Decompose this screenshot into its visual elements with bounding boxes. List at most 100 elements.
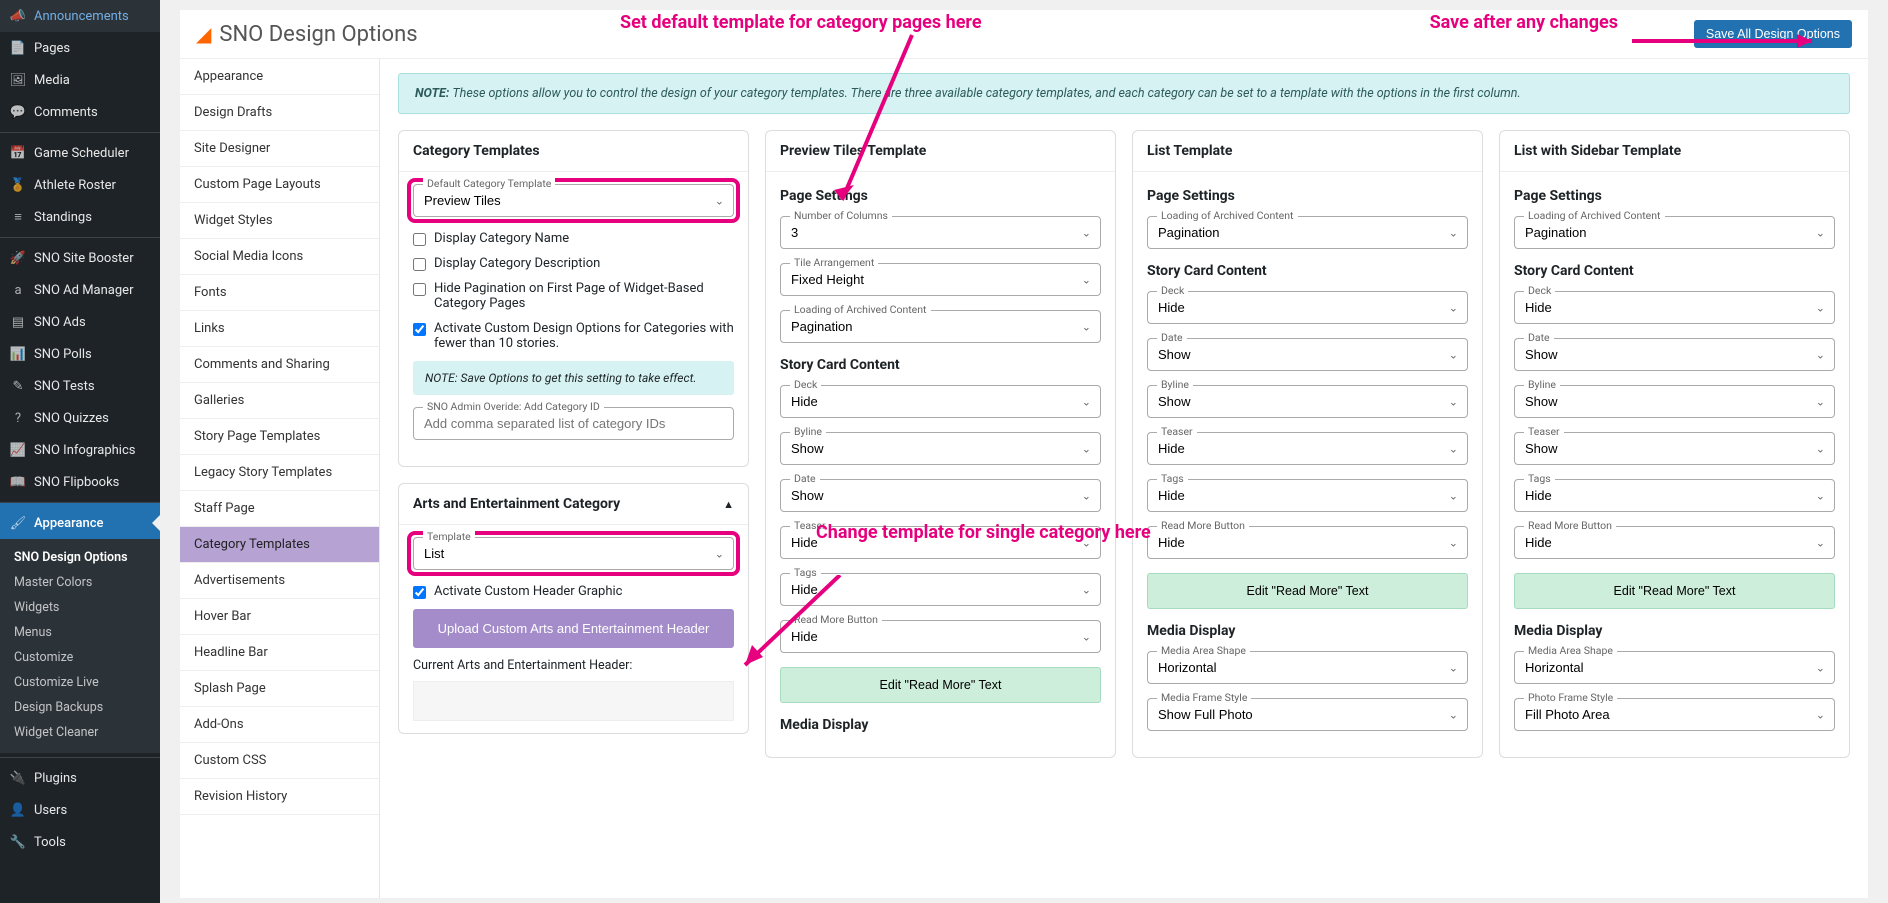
media-frame-style-select[interactable]: Media Frame StyleShow Full Photo⌄ [1147, 698, 1468, 731]
design-nav-staff-page[interactable]: Staff Page [180, 491, 379, 527]
media-area-shape-select[interactable]: Media Area ShapeHorizontal⌄ [1147, 651, 1468, 684]
design-nav-custom-page-layouts[interactable]: Custom Page Layouts [180, 167, 379, 203]
design-nav-design-drafts[interactable]: Design Drafts [180, 95, 379, 131]
subnav-sno-design-options[interactable]: SNO Design Options [0, 545, 160, 570]
date-select[interactable]: DateShow⌄ [1147, 338, 1468, 371]
design-nav-legacy-story-templates[interactable]: Legacy Story Templates [180, 455, 379, 491]
date-select[interactable]: DateShow⌄ [1514, 338, 1835, 371]
chk-display-category-name[interactable]: Display Category Name [413, 231, 734, 246]
design-nav-splash-page[interactable]: Splash Page [180, 671, 379, 707]
edit-read-more-button[interactable]: Edit "Read More" Text [1514, 573, 1835, 609]
tags-select[interactable]: TagsHide⌄ [1147, 479, 1468, 512]
section-media-display: Media Display [780, 717, 1101, 733]
default-category-template-select[interactable]: Default Category Template Preview Tiles … [413, 184, 734, 217]
nav-sno-ads[interactable]: ▤SNO Ads [0, 306, 160, 338]
loading-archived-select[interactable]: Loading of Archived ContentPagination⌄ [1147, 216, 1468, 249]
page-icon: 📄 [10, 40, 26, 56]
nav-pages[interactable]: 📄Pages [0, 32, 160, 64]
nav-announcements[interactable]: 📣Announcements [0, 0, 160, 32]
design-nav-fonts[interactable]: Fonts [180, 275, 379, 311]
calendar-icon: 📅 [10, 145, 26, 161]
nav-comments[interactable]: 💬Comments [0, 96, 160, 128]
chk-activate-custom-design[interactable]: Activate Custom Design Options for Categ… [413, 321, 734, 351]
design-nav-hover-bar[interactable]: Hover Bar [180, 599, 379, 635]
tile-arrangement-select[interactable]: Tile ArrangementFixed Height⌄ [780, 263, 1101, 296]
number-of-columns-select[interactable]: Number of Columns3⌄ [780, 216, 1101, 249]
nav-standings[interactable]: ≡Standings [0, 201, 160, 233]
media-area-shape-select[interactable]: Media Area ShapeHorizontal⌄ [1514, 651, 1835, 684]
wp-admin-sidebar: 📣Announcements📄Pages🖼Media💬Comments 📅Game… [0, 0, 160, 903]
edit-read-more-button[interactable]: Edit "Read More" Text [780, 667, 1101, 703]
design-nav-add-ons[interactable]: Add-Ons [180, 707, 379, 743]
single-category-template-select[interactable]: Template List ⌄ [413, 537, 734, 570]
chk-hide-pagination[interactable]: Hide Pagination on First Page of Widget-… [413, 281, 734, 311]
design-nav-site-designer[interactable]: Site Designer [180, 131, 379, 167]
chk-display-category-desc[interactable]: Display Category Description [413, 256, 734, 271]
teaser-select[interactable]: TeaserShow⌄ [1514, 432, 1835, 465]
tags-select[interactable]: TagsHide⌄ [1514, 479, 1835, 512]
design-nav-story-page-templates[interactable]: Story Page Templates [180, 419, 379, 455]
collapse-icon: ▲ [723, 498, 734, 511]
design-nav-revision-history[interactable]: Revision History [180, 779, 379, 815]
subnav-customize-live[interactable]: Customize Live [0, 670, 160, 695]
subnav-master-colors[interactable]: Master Colors [0, 570, 160, 595]
deck-select[interactable]: DeckHide⌄ [1147, 291, 1468, 324]
design-nav-links[interactable]: Links [180, 311, 379, 347]
nav-game-scheduler[interactable]: 📅Game Scheduler [0, 132, 160, 169]
byline-select[interactable]: BylineShow⌄ [1147, 385, 1468, 418]
page-header: ◢ SNO Design Options Save All Design Opt… [180, 10, 1868, 59]
design-nav-category-templates[interactable]: Category Templates [180, 527, 379, 563]
loading-archived-select[interactable]: Loading of Archived ContentPagination⌄ [1514, 216, 1835, 249]
read-more-button-select[interactable]: Read More ButtonHide⌄ [1147, 526, 1468, 559]
deck-select[interactable]: DeckHide⌄ [780, 385, 1101, 418]
photo-frame-style-select[interactable]: Photo Frame StyleFill Photo Area⌄ [1514, 698, 1835, 731]
admin-override-input[interactable]: SNO Admin Overide: Add Category ID [413, 407, 734, 440]
loading-archived-select[interactable]: Loading of Archived ContentPagination⌄ [780, 310, 1101, 343]
section-story-card-content: Story Card Content [780, 357, 1101, 373]
nav-plugins[interactable]: 🔌Plugins [0, 757, 160, 794]
design-nav-comments-and-sharing[interactable]: Comments and Sharing [180, 347, 379, 383]
design-nav-galleries[interactable]: Galleries [180, 383, 379, 419]
design-nav-widget-styles[interactable]: Widget Styles [180, 203, 379, 239]
rocket-icon: 🚀 [10, 250, 26, 266]
chk-activate-header-graphic[interactable]: Activate Custom Header Graphic [413, 584, 734, 599]
subnav-widgets[interactable]: Widgets [0, 595, 160, 620]
byline-select[interactable]: BylineShow⌄ [780, 432, 1101, 465]
design-nav-advertisements[interactable]: Advertisements [180, 563, 379, 599]
deck-select[interactable]: DeckHide⌄ [1514, 291, 1835, 324]
nav-media[interactable]: 🖼Media [0, 64, 160, 96]
design-nav-social-media-icons[interactable]: Social Media Icons [180, 239, 379, 275]
design-nav-headline-bar[interactable]: Headline Bar [180, 635, 379, 671]
save-all-button[interactable]: Save All Design Options [1694, 20, 1852, 48]
note-bar: NOTE: These options allow you to control… [398, 73, 1850, 114]
date-select[interactable]: DateShow⌄ [780, 479, 1101, 512]
teaser-select[interactable]: TeaserHide⌄ [1147, 432, 1468, 465]
subnav-widget-cleaner[interactable]: Widget Cleaner [0, 720, 160, 745]
nav-sno-ad-manager[interactable]: aSNO Ad Manager [0, 274, 160, 306]
nav-sno-tests[interactable]: ✎SNO Tests [0, 370, 160, 402]
design-nav-custom-css[interactable]: Custom CSS [180, 743, 379, 779]
nav-users[interactable]: 👤Users [0, 794, 160, 826]
main-area: Set default template for category pages … [160, 0, 1888, 903]
nav-sno-quizzes[interactable]: ?SNO Quizzes [0, 402, 160, 434]
card-title-arts-entertainment[interactable]: Arts and Entertainment Category ▲ [399, 484, 748, 525]
nav-sno-polls[interactable]: 📊SNO Polls [0, 338, 160, 370]
nav-appearance[interactable]: 🖌Appearance [0, 502, 160, 539]
media-icon: 🖼 [10, 72, 26, 88]
subnav-customize[interactable]: Customize [0, 645, 160, 670]
subnav-design-backups[interactable]: Design Backups [0, 695, 160, 720]
nav-athlete-roster[interactable]: 🏅Athlete Roster [0, 169, 160, 201]
upload-header-button[interactable]: Upload Custom Arts and Entertainment Hea… [413, 609, 734, 648]
nav-sno-infographics[interactable]: 📈SNO Infographics [0, 434, 160, 466]
nav-tools[interactable]: 🔧Tools [0, 826, 160, 858]
design-nav-appearance[interactable]: Appearance [180, 59, 379, 95]
teaser-select[interactable]: TeaserHide⌄ [780, 526, 1101, 559]
tags-select[interactable]: TagsHide⌄ [780, 573, 1101, 606]
read-more-button-select[interactable]: Read More ButtonHide⌄ [1514, 526, 1835, 559]
byline-select[interactable]: BylineShow⌄ [1514, 385, 1835, 418]
nav-sno-flipbooks[interactable]: 📖SNO Flipbooks [0, 466, 160, 498]
nav-sno-site-booster[interactable]: 🚀SNO Site Booster [0, 237, 160, 274]
edit-read-more-button[interactable]: Edit "Read More" Text [1147, 573, 1468, 609]
subnav-menus[interactable]: Menus [0, 620, 160, 645]
read-more-button-select[interactable]: Read More ButtonHide⌄ [780, 620, 1101, 653]
